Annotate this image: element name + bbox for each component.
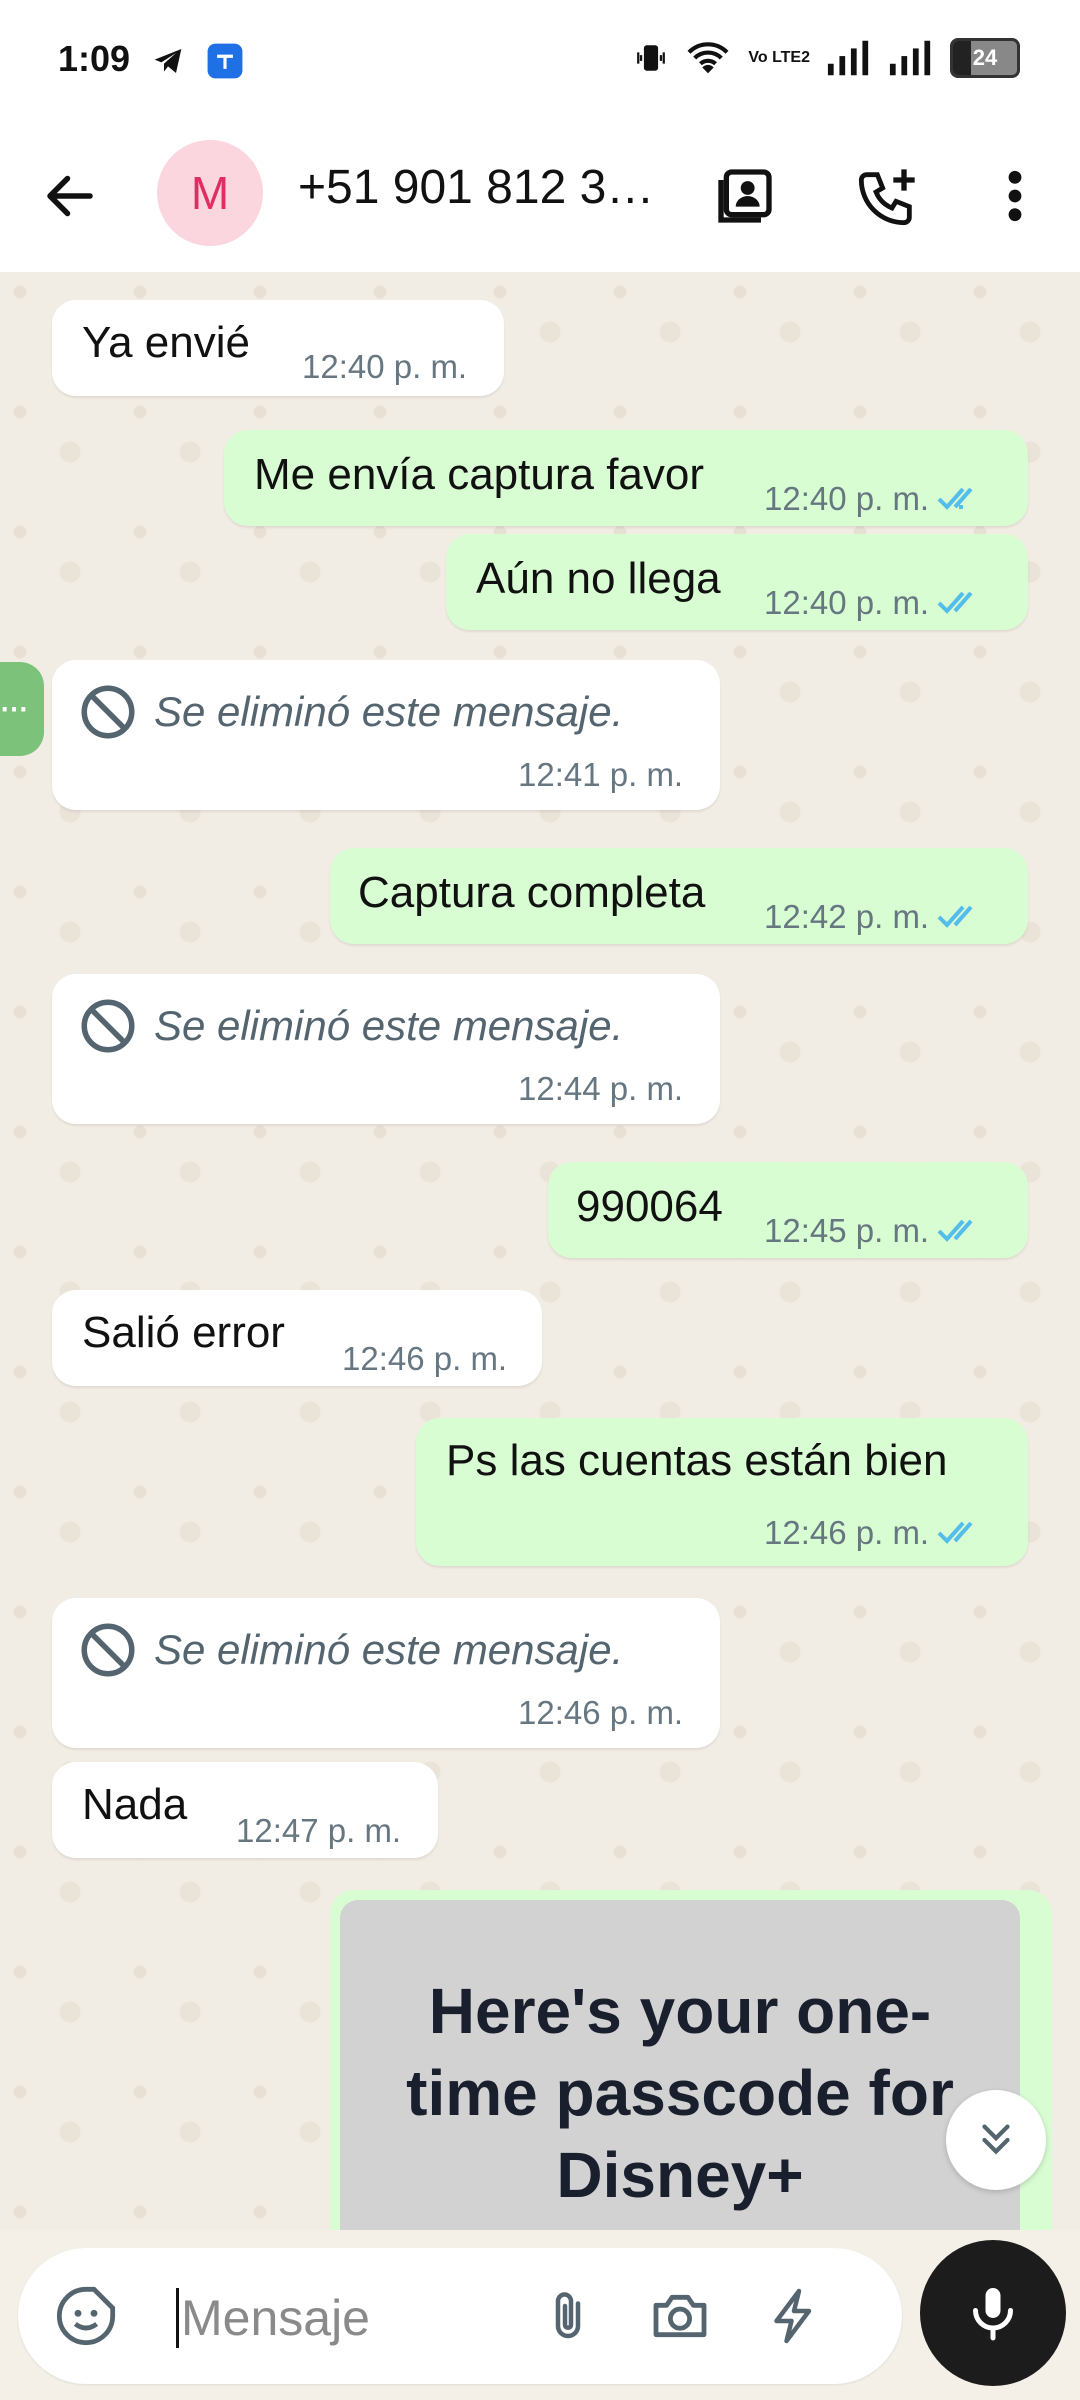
message-bubble[interactable]: Aún no llega 12:40 p. m. xyxy=(446,534,1028,630)
read-receipt-icon xyxy=(937,1521,973,1544)
message-bubble[interactable]: Ya envié 12:40 p. m. xyxy=(52,300,504,396)
paperclip-icon xyxy=(555,2292,581,2339)
chat-area[interactable]: ⋯ Ya envié 12:40 p. m. Me envía captura … xyxy=(0,272,1080,2230)
passcode-screenshot-image[interactable]: Here's your one- time passcode for Disne… xyxy=(340,1900,1020,2230)
contact-card-button[interactable] xyxy=(705,156,785,236)
read-receipt-icon xyxy=(937,905,973,928)
image-message-bubble[interactable]: Here's your one- time passcode for Disne… xyxy=(330,1890,1052,2230)
deleted-message-bubble[interactable]: Se eliminó este mensaje. 12:44 p. m. xyxy=(52,974,720,1124)
scroll-to-bottom-button[interactable] xyxy=(946,2090,1046,2190)
message-bubble[interactable]: Captura completa 12:42 p. m. xyxy=(330,848,1028,944)
deleted-message-bubble[interactable]: Se eliminó este mensaje. 12:41 p. m. xyxy=(52,660,720,810)
battery-icon: 24 xyxy=(950,38,1020,78)
more-options-button[interactable] xyxy=(975,156,1055,236)
lightning-icon xyxy=(774,2288,812,2344)
read-receipt-icon xyxy=(937,591,973,614)
wifi-icon xyxy=(687,42,729,74)
sticker-button[interactable] xyxy=(46,2276,126,2356)
add-call-icon xyxy=(858,169,915,226)
quick-reply-button[interactable] xyxy=(754,2276,834,2356)
message-bubble[interactable]: Salió error 12:46 p. m. xyxy=(52,1290,542,1386)
camera-button[interactable] xyxy=(640,2276,720,2356)
message-input-container[interactable]: Mensaje xyxy=(18,2248,902,2384)
composer: Mensaje xyxy=(0,2230,1080,2400)
deleted-icon xyxy=(81,999,135,1053)
read-receipt-icon xyxy=(937,487,973,510)
microphone-icon xyxy=(973,2288,1013,2341)
deleted-icon xyxy=(81,685,135,739)
status-time: 1:09 xyxy=(58,38,131,79)
message-bubble[interactable]: Ps las cuentas están bien 12:46 p. m. xyxy=(416,1418,1028,1566)
avatar[interactable]: M xyxy=(157,140,263,246)
signal-icon-2 xyxy=(889,40,931,76)
message-bubble[interactable]: 990064 12:45 p. m. xyxy=(548,1162,1028,1258)
add-call-button[interactable] xyxy=(848,156,928,236)
back-arrow-icon[interactable] xyxy=(40,166,100,226)
more-vertical-icon xyxy=(1008,170,1022,222)
message-bubble[interactable]: Nada 12:47 p. m. xyxy=(52,1762,438,1858)
contact-name[interactable]: +51 901 812 3… xyxy=(298,160,678,215)
sticker-icon xyxy=(56,2286,116,2346)
voice-message-button[interactable] xyxy=(920,2240,1066,2386)
read-receipt-icon xyxy=(937,1219,973,1242)
contact-card-icon xyxy=(718,169,772,223)
volte-indicator: Vo LTE2 xyxy=(748,49,810,66)
deleted-message-bubble[interactable]: Se eliminó este mensaje. 12:46 p. m. xyxy=(52,1598,720,1748)
attach-button[interactable] xyxy=(528,2276,608,2356)
message-bubble[interactable]: Me envía captura favor 12:40 p. m. xyxy=(224,430,1028,526)
telegram-icon xyxy=(154,49,182,73)
camera-icon xyxy=(653,2294,707,2338)
reply-swipe-indicator: ⋯ xyxy=(0,662,44,756)
chat-header: M +51 901 812 3… xyxy=(0,120,1080,273)
message-input[interactable]: Mensaje xyxy=(176,2288,370,2348)
app-notification-icon xyxy=(207,43,243,79)
double-chevron-down-icon xyxy=(982,2124,1010,2155)
deleted-icon xyxy=(81,1623,135,1677)
vibrate-icon xyxy=(637,45,666,71)
signal-icon xyxy=(827,40,869,76)
status-bar: 1:09 Vo LTE2 24 xyxy=(0,0,1080,120)
